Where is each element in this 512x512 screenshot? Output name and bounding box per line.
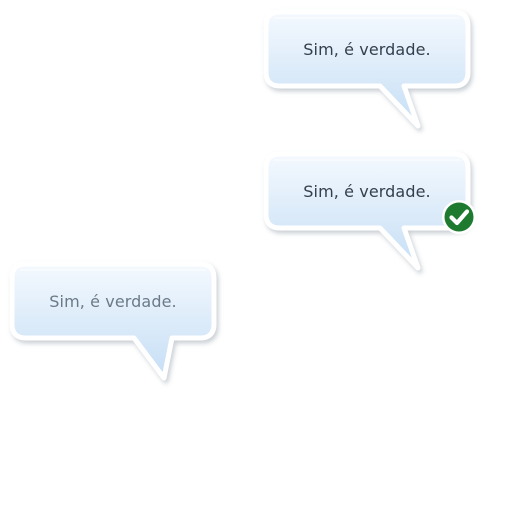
speech-bubble-1[interactable]: Sim, é verdade.: [262, 8, 472, 129]
speech-bubble-3[interactable]: Sim, é verdade.: [8, 260, 218, 381]
check-circle-icon: [441, 199, 477, 235]
bubble-text: Sim, é verdade.: [49, 291, 177, 311]
bubble-text: Sim, é verdade.: [303, 39, 431, 59]
speech-bubble-stage: Sim, é verdade. Sim, é verdade. Sim, é v…: [0, 0, 512, 512]
